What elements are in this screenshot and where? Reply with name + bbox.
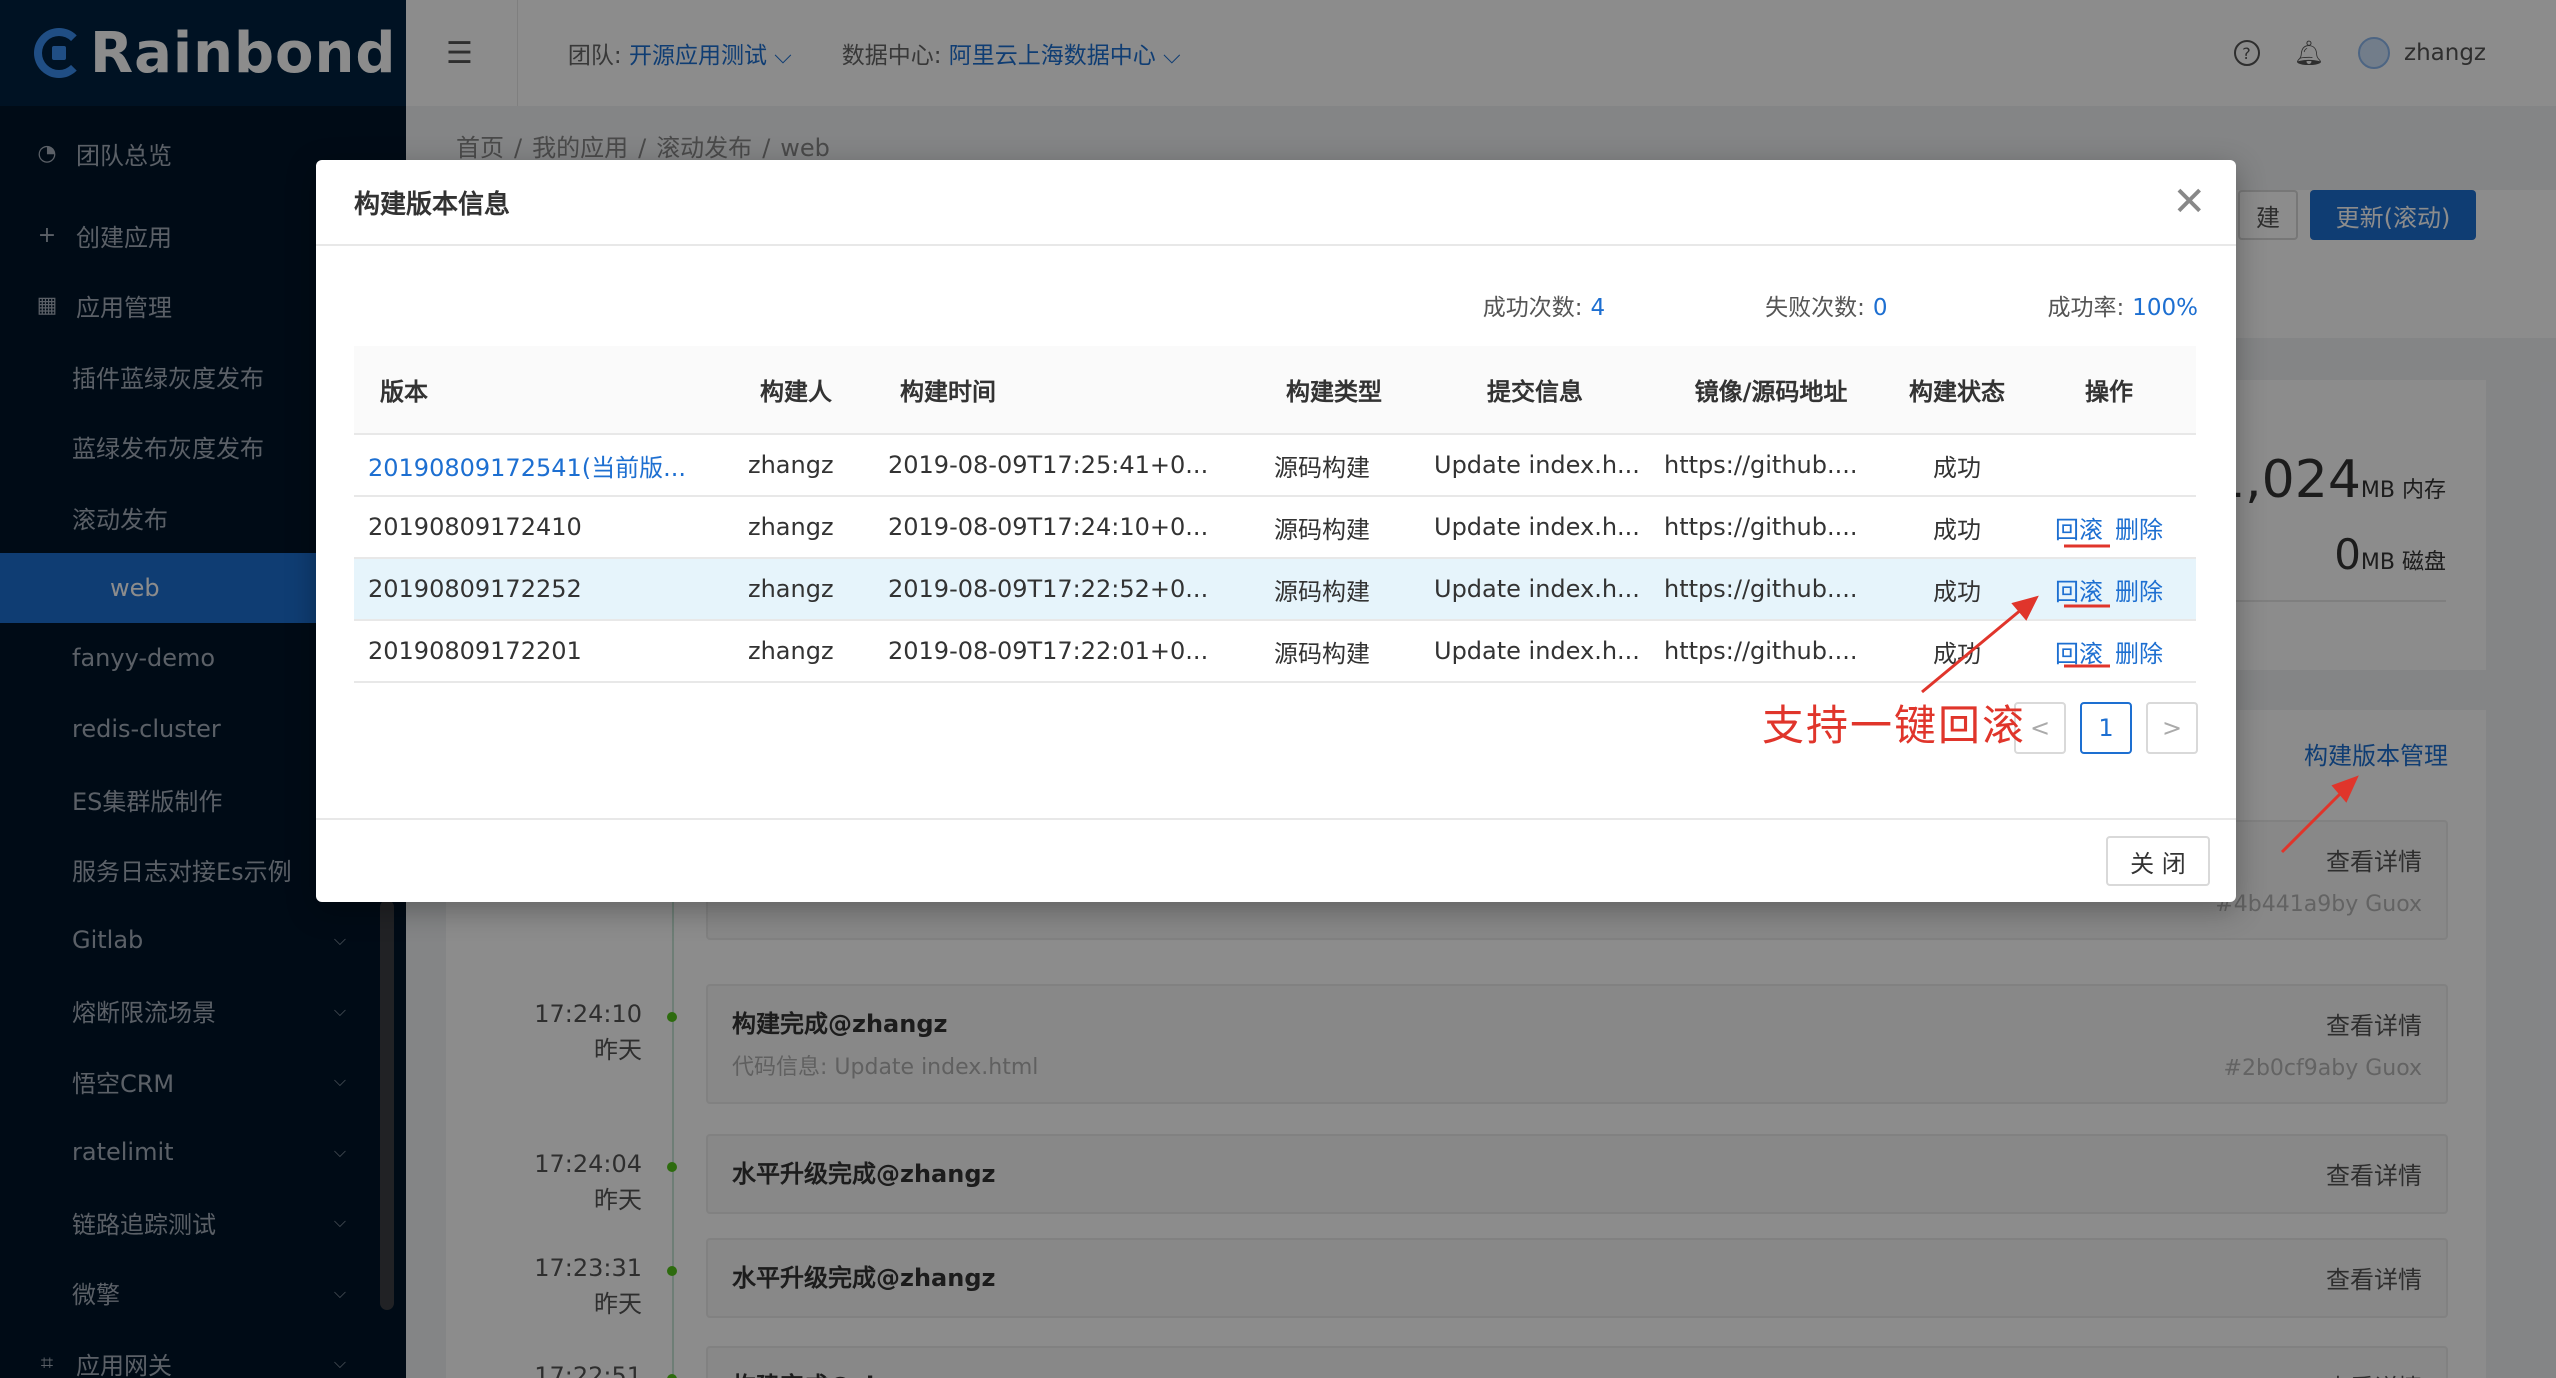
table-header-row: 版本 构建人 构建时间 构建类型 提交信息 镜像/源码地址 构建状态 操作 [354,346,2196,435]
version-text: 20190809172252 [368,575,582,603]
commit-info-cell: Update index.h... [1420,620,1650,683]
build-type-cell: 源码构建 [1260,434,1420,497]
builder-cell: zhangz [734,496,874,559]
build-status-cell: 成功 [1892,620,2022,683]
builder-cell: zhangz [734,434,874,497]
builder-cell: zhangz [734,620,874,683]
build-type-cell: 源码构建 [1260,620,1420,683]
actions-cell: 回滚 删除 [2022,558,2196,621]
actions-cell [2022,434,2196,497]
modal-header: 构建版本信息 ✕ [316,160,2236,246]
fail-label: 失败次数: [1765,295,1865,321]
column-header-actions: 操作 [2022,346,2196,435]
build-status-cell: 成功 [1892,434,2022,497]
builder-cell: zhangz [734,558,874,621]
image-source-cell: https://github.... [1650,496,1892,559]
fail-count: 失败次数: 0 [1765,288,1887,322]
column-header-build-type: 构建类型 [1260,346,1420,435]
version-cell: 20190809172252 [354,558,734,621]
modal-footer: 关 闭 [316,818,2236,902]
image-source-cell: https://github.... [1650,620,1892,683]
table-row: 20190809172541(当前版... zhangz 2019-08-09T17… [354,434,2196,497]
build-stats: 成功次数: 4 失败次数: 0 成功率: 100% [1323,288,2198,322]
rollback-button[interactable]: 回滚 [2055,516,2103,544]
build-status-cell: 成功 [1892,496,2022,559]
table-body: 20190809172541(当前版... zhangz 2019-08-09T17… [354,434,2196,683]
delete-button[interactable]: 删除 [2115,516,2163,544]
fail-value: 0 [1872,295,1888,321]
build-version-table: 版本 构建人 构建时间 构建类型 提交信息 镜像/源码地址 构建状态 操作 20… [354,346,2196,683]
success-rate: 成功率: 100% [2047,288,2198,322]
version-cell: 20190809172410 [354,496,734,559]
version-text: 20190809172201 [368,637,582,665]
close-button[interactable]: 关 闭 [2106,836,2210,886]
close-icon[interactable]: ✕ [2172,182,2206,222]
column-header-build-time: 构建时间 [874,346,1260,435]
build-status-cell: 成功 [1892,558,2022,621]
pagination-page-1[interactable]: 1 [2080,702,2132,754]
build-time-cell: 2019-08-09T17:22:52+0... [874,558,1260,621]
success-count: 成功次数: 4 [1483,288,1605,322]
column-header-builder: 构建人 [734,346,874,435]
rollback-button[interactable]: 回滚 [2055,578,2103,606]
commit-info-cell: Update index.h... [1420,558,1650,621]
rate-value: 100% [2132,295,2198,321]
version-cell: 20190809172201 [354,620,734,683]
column-header-commit-info: 提交信息 [1420,346,1650,435]
pagination: < 1 > [2014,702,2198,754]
build-time-cell: 2019-08-09T17:22:01+0... [874,620,1260,683]
column-header-image-source: 镜像/源码地址 [1650,346,1892,435]
annotation-text: 支持一键回滚 [1762,701,2027,750]
table-row: 20190809172410 zhangz 2019-08-09T17:24:10+… [354,496,2196,559]
build-version-modal: 构建版本信息 ✕ 成功次数: 4 失败次数: 0 成功率: 100% 版本 构建人 构… [316,160,2236,902]
build-type-cell: 源码构建 [1260,496,1420,559]
version-text: 20190809172541(当前版... [368,453,687,482]
build-type-cell: 源码构建 [1260,558,1420,621]
success-value: 4 [1590,295,1606,321]
table-row: 20190809172252 zhangz 2019-08-09T17:22:52+… [354,558,2196,621]
rollback-button[interactable]: 回滚 [2055,640,2103,668]
delete-button[interactable]: 删除 [2115,640,2163,668]
pagination-next-button[interactable]: > [2146,702,2198,754]
success-label: 成功次数: [1482,295,1583,321]
actions-cell: 回滚 删除 [2022,496,2196,559]
table-row: 20190809172201 zhangz 2019-08-09T17:22:01+… [354,620,2196,683]
column-header-version: 版本 [354,346,734,435]
image-source-cell: https://github.... [1650,558,1892,621]
modal-title: 构建版本信息 [354,189,511,220]
rate-label: 成功率: [2047,295,2125,321]
build-time-cell: 2019-08-09T17:25:41+0... [874,434,1260,497]
actions-cell: 回滚 删除 [2022,620,2196,683]
commit-info-cell: Update index.h... [1420,434,1650,497]
column-header-build-status: 构建状态 [1892,346,2022,435]
version-text: 20190809172410 [368,513,582,541]
delete-button[interactable]: 删除 [2115,578,2163,606]
version-cell[interactable]: 20190809172541(当前版... [354,434,734,497]
build-time-cell: 2019-08-09T17:24:10+0... [874,496,1260,559]
commit-info-cell: Update index.h... [1420,496,1650,559]
image-source-cell: https://github.... [1650,434,1892,497]
